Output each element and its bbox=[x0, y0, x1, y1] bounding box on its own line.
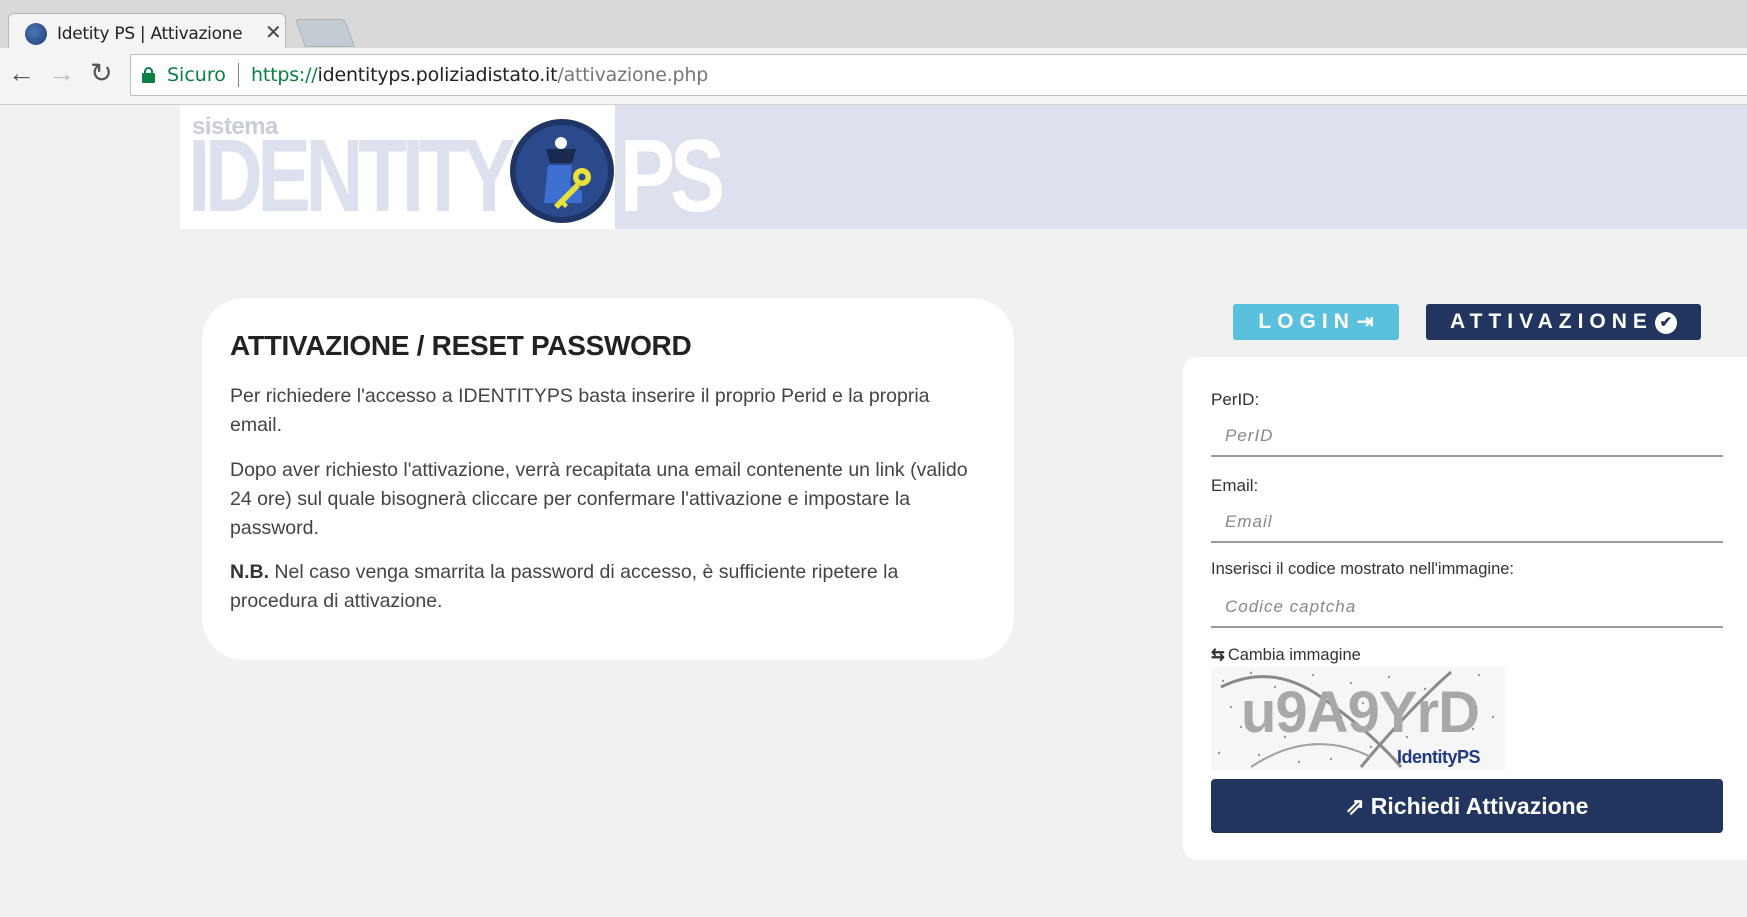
login-label: LOGIN bbox=[1258, 310, 1355, 333]
captcha-brand: IdentityPS bbox=[1397, 747, 1481, 767]
email-input[interactable] bbox=[1211, 503, 1723, 543]
submit-label: Richiedi Attivazione bbox=[1370, 793, 1589, 819]
external-link-icon: ⇗ bbox=[1345, 793, 1365, 819]
captcha-text: u9A9YrD bbox=[1241, 680, 1480, 745]
nb-label: N.B. bbox=[230, 561, 269, 583]
nb-text: Nel caso venga smarrita la password di a… bbox=[230, 561, 899, 612]
captcha-input[interactable] bbox=[1211, 588, 1723, 628]
submit-button[interactable]: ⇗ Richiedi Attivazione bbox=[1211, 779, 1723, 833]
attivazione-button[interactable]: ATTIVAZIONE ✔ bbox=[1426, 304, 1701, 340]
close-icon[interactable]: ✕ bbox=[265, 20, 282, 45]
url-path: /attivazione.php bbox=[557, 64, 709, 86]
arrow-right-icon[interactable]: → bbox=[48, 60, 75, 87]
change-image-link[interactable]: ⇆ Cambia immagine bbox=[1211, 645, 1361, 665]
screen: Idetity PS | Attivazione ✕ ← → ↻ Sicuro … bbox=[0, 10, 1747, 917]
info-paragraph-1: Per richiedere l'accesso a IDENTITYPS ba… bbox=[230, 385, 930, 436]
lock-icon bbox=[142, 67, 155, 83]
url-text[interactable]: https://identityps.poliziadistato.it/att… bbox=[251, 64, 708, 86]
address-separator bbox=[238, 63, 239, 87]
arrow-left-icon[interactable]: ← bbox=[8, 60, 35, 87]
browser-tab[interactable]: Idetity PS | Attivazione ✕ bbox=[8, 13, 286, 50]
url-host: identityps.poliziadistato.it bbox=[317, 64, 558, 86]
secure-label: Sicuro bbox=[167, 64, 226, 86]
captcha-image: u9A9YrD IdentityPS bbox=[1211, 667, 1505, 770]
browser-toolbar: ← → ↻ Sicuro https://identityps.poliziad… bbox=[0, 48, 1747, 105]
info-card: ATTIVAZIONE / RESET PASSWORD Per richied… bbox=[202, 298, 1014, 660]
refresh-icon: ⇆ bbox=[1211, 646, 1225, 664]
email-label: Email: bbox=[1211, 476, 1259, 495]
new-tab-button[interactable] bbox=[294, 19, 356, 47]
change-image-label: Cambia immagine bbox=[1227, 646, 1361, 664]
url-scheme: https:// bbox=[251, 64, 318, 86]
perid-input[interactable] bbox=[1211, 417, 1723, 457]
address-bar[interactable]: Sicuro https://identityps.poliziadistato… bbox=[130, 54, 1747, 96]
attivazione-label: ATTIVAZIONE bbox=[1450, 310, 1653, 333]
perid-label: PerID: bbox=[1211, 390, 1260, 409]
reload-icon[interactable]: ↻ bbox=[90, 60, 113, 87]
activation-form: PerID: Email: Inserisci il codice mostra… bbox=[1183, 357, 1747, 860]
sign-in-icon: ⇥ bbox=[1356, 311, 1374, 333]
globe-icon bbox=[25, 23, 47, 45]
info-paragraph-3: N.B. Nel caso venga smarrita la password… bbox=[230, 558, 970, 616]
browser-tabbar: Idetity PS | Attivazione ✕ bbox=[0, 10, 1747, 50]
check-circle-icon: ✔ bbox=[1654, 312, 1677, 334]
login-button[interactable]: LOGIN ⇥ bbox=[1233, 304, 1399, 340]
police-key-emblem-icon bbox=[510, 119, 614, 223]
info-paragraph-2: Dopo aver richiesto l'attivazione, verrà… bbox=[230, 459, 968, 539]
logo-ps-text: PS bbox=[620, 118, 725, 233]
site-logo[interactable]: IDENTITY sistema bbox=[180, 105, 615, 233]
captcha-label: Inserisci il codice mostrato nell'immagi… bbox=[1211, 560, 1515, 578]
page-title: ATTIVAZIONE / RESET PASSWORD bbox=[230, 330, 692, 361]
tab-title: Idetity PS | Attivazione bbox=[57, 24, 243, 44]
site-header: IDENTITY sistema PS bbox=[180, 105, 1747, 233]
logo-sistema-text: sistema bbox=[192, 113, 278, 140]
